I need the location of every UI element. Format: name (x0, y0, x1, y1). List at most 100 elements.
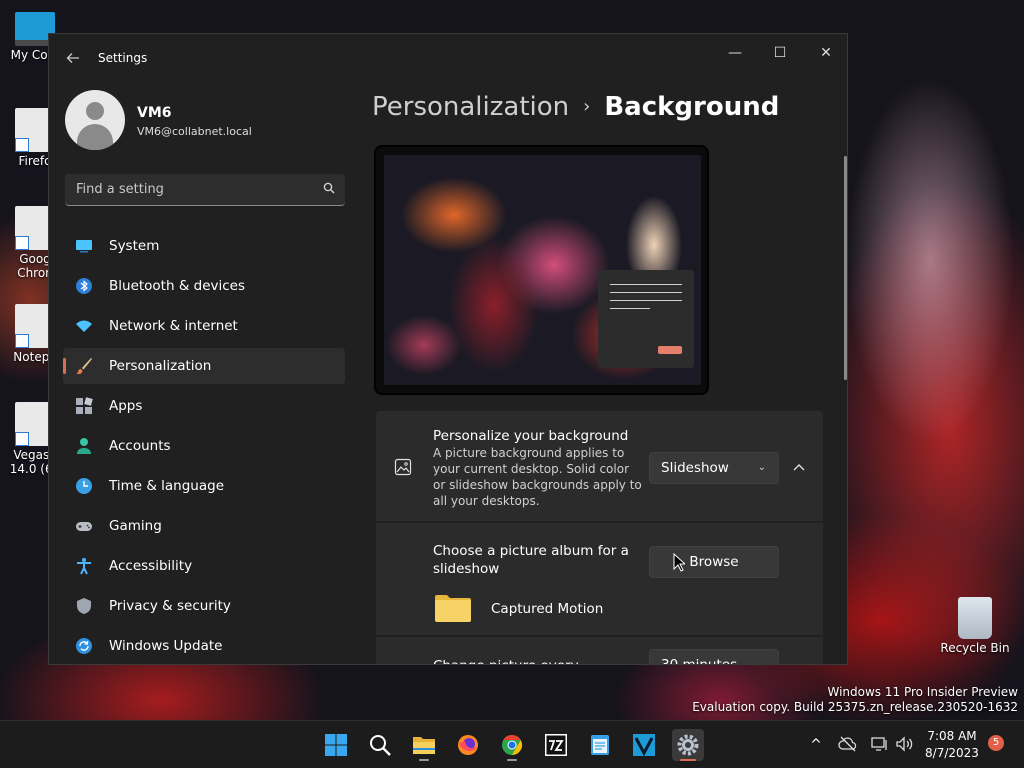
desktop-icon-recycle-bin[interactable]: Recycle Bin (940, 597, 1010, 655)
taskbar: ^ 7:08 AM 8/7/2023 (0, 720, 1024, 768)
taskbar-vegas[interactable] (628, 729, 660, 761)
sidebar-item-privacy[interactable]: Privacy & security (63, 588, 345, 624)
search-input[interactable] (65, 174, 315, 205)
taskbar-settings[interactable] (672, 729, 704, 761)
accounts-icon (77, 438, 91, 454)
chevron-up-icon (793, 464, 805, 471)
running-indicator (507, 759, 517, 761)
7zip-icon (545, 734, 567, 756)
sidebar-nav: System Bluetooth & devices Network & int… (63, 228, 345, 664)
picture-album-card: Choose a picture album for a slideshow B… (376, 523, 823, 635)
dropdown-value: Slideshow (661, 460, 729, 476)
firefox-icon (458, 735, 478, 755)
sidebar-item-time-language[interactable]: Time & language (63, 468, 345, 504)
user-name: VM6 (137, 105, 172, 121)
taskbar-7zip[interactable] (540, 729, 572, 761)
background-type-dropdown[interactable]: Slideshow ⌄ (649, 452, 779, 484)
network-icon[interactable] (870, 734, 890, 754)
close-button[interactable]: ✕ (803, 38, 847, 68)
sidebar-item-apps[interactable]: Apps (63, 388, 345, 424)
notepad-icon (591, 735, 609, 755)
watermark-line: Evaluation copy. Build 25375.zn_release.… (692, 700, 1018, 714)
running-indicator (680, 759, 696, 761)
taskbar-start-button[interactable] (320, 729, 352, 761)
apps-icon (76, 397, 93, 414)
sidebar-item-accounts[interactable]: Accounts (63, 428, 345, 464)
interval-dropdown[interactable]: 30 minutes ⌄ (649, 649, 779, 665)
preview-line (610, 292, 682, 293)
volume-icon[interactable] (894, 734, 914, 754)
recycle-bin-icon (958, 597, 992, 639)
watermark-line: Windows 11 Pro Insider Preview (827, 685, 1018, 699)
desktop-icon-label: Firefo (18, 154, 52, 168)
minimize-button[interactable]: — (712, 38, 758, 68)
clock-date[interactable]: 8/7/2023 (920, 746, 984, 760)
sidebar-item-network[interactable]: Network & internet (63, 308, 345, 344)
vegas-icon (633, 734, 655, 757)
title-bar[interactable]: Settings — ☐ ✕ (49, 34, 847, 82)
change-picture-interval-card: Change picture every 30 minutes ⌄ (376, 637, 823, 665)
sidebar-item-accessibility[interactable]: Accessibility (63, 548, 345, 584)
page-title: Background (604, 92, 780, 122)
sidebar-item-label: System (109, 238, 160, 254)
avatar (65, 90, 125, 150)
scrollbar[interactable] (844, 156, 847, 380)
sidebar-item-personalization[interactable]: Personalization (63, 348, 345, 384)
taskbar-firefox[interactable] (452, 729, 484, 761)
mouse-cursor-icon (673, 553, 685, 572)
sidebar-item-gaming[interactable]: Gaming (63, 508, 345, 544)
sidebar-item-label: Accounts (109, 438, 171, 454)
show-hidden-icons-button[interactable]: ^ (806, 734, 826, 754)
monitor-icon (76, 240, 92, 253)
sidebar-item-label: Gaming (109, 518, 162, 534)
browse-button[interactable]: Browse (649, 546, 779, 578)
update-icon (76, 638, 92, 654)
sidebar-item-label: Windows Update (109, 638, 223, 654)
accessibility-icon (77, 558, 91, 575)
background-preview (374, 145, 709, 395)
cloud-offline-icon[interactable] (838, 734, 858, 754)
sidebar-item-label: Time & language (109, 478, 225, 494)
sidebar-item-system[interactable]: System (63, 228, 345, 264)
sidebar-item-label: Privacy & security (109, 598, 231, 614)
preview-line (610, 284, 682, 285)
clock-time[interactable]: 7:08 AM (920, 729, 984, 743)
maximize-button[interactable]: ☐ (757, 38, 803, 68)
user-profile[interactable]: VM6 VM6@collabnet.local (65, 90, 355, 152)
search-icon[interactable] (323, 182, 335, 194)
avatar-body (77, 124, 113, 150)
gamepad-icon (76, 522, 92, 531)
sidebar-item-label: Network & internet (109, 318, 238, 334)
search-box[interactable] (65, 174, 345, 206)
collapse-chevron-up-button[interactable] (784, 452, 814, 482)
album-folder-name: Captured Motion (491, 601, 604, 617)
shield-icon (77, 598, 91, 614)
search-icon (370, 735, 391, 756)
running-indicator (419, 759, 429, 761)
picture-icon (394, 458, 412, 476)
preview-line (610, 308, 650, 309)
dropdown-value: 30 minutes (661, 657, 738, 665)
sidebar-item-bluetooth[interactable]: Bluetooth & devices (63, 268, 345, 304)
card-title: Choose a picture album for a slideshow (433, 543, 629, 577)
sidebar-item-windows-update[interactable]: Windows Update (63, 628, 345, 664)
os-watermark: Windows 11 Pro Insider Preview Evaluatio… (692, 685, 1018, 715)
card-title: Personalize your background (433, 428, 629, 444)
taskbar-file-explorer[interactable] (408, 729, 440, 761)
card-description: A picture background applies to your cur… (433, 446, 642, 508)
globe-clock-icon (76, 478, 92, 494)
notification-badge[interactable]: 5 (988, 735, 1004, 751)
taskbar-chrome[interactable] (496, 729, 528, 761)
settings-window: Settings — ☐ ✕ VM6 VM6@collabnet.local S… (48, 33, 848, 665)
app-title: Settings (98, 51, 148, 65)
windows-start-icon (325, 734, 347, 756)
desktop-icon-label: Recycle Bin (940, 641, 1010, 655)
taskbar-search-button[interactable] (364, 729, 396, 761)
breadcrumb-parent[interactable]: Personalization (372, 92, 569, 122)
card-title: Change picture every (433, 657, 579, 664)
breadcrumb: Personalization › Background (372, 92, 779, 122)
back-button[interactable] (63, 48, 83, 68)
taskbar-notepad[interactable] (584, 729, 616, 761)
chevron-down-icon: ⌄ (757, 659, 766, 665)
chevron-down-icon: ⌄ (757, 462, 766, 473)
